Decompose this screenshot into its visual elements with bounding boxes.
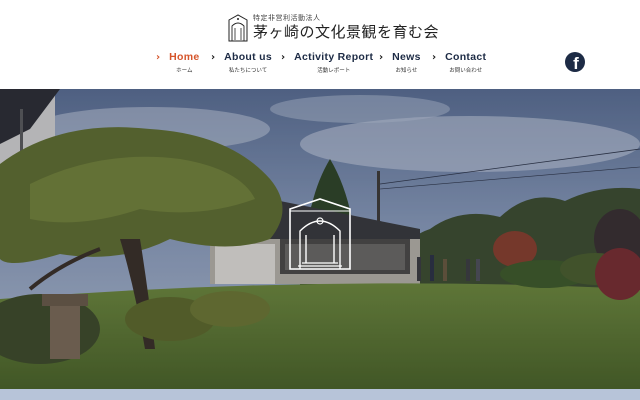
- nav-label-jp: 活動レポート: [317, 68, 351, 74]
- hero-image: [0, 89, 640, 389]
- nav-item-home[interactable]: › Home ホーム: [156, 51, 200, 76]
- chevron-right-icon: ›: [156, 52, 161, 63]
- chevron-right-icon: ›: [432, 52, 437, 63]
- house-logo-icon: [228, 14, 248, 42]
- nav-label-jp: お問い合わせ: [449, 68, 483, 74]
- facebook-link[interactable]: f: [565, 52, 585, 72]
- nav-label-jp: お知らせ: [395, 68, 418, 74]
- nav-label-en: News: [392, 51, 421, 63]
- house-emblem-icon: [289, 198, 351, 270]
- org-type-label: 特定非営利活動法人: [253, 14, 321, 22]
- chevron-right-icon: ›: [281, 52, 286, 63]
- facebook-icon: f: [573, 54, 579, 72]
- nav-item-activity-report[interactable]: › Activity Report 活動レポート: [281, 51, 373, 76]
- nav-label-en: About us: [224, 51, 273, 63]
- site-logo[interactable]: 特定非営利活動法人 茅ヶ崎の文化景観を育む会: [227, 14, 439, 42]
- nav-label-en: Activity Report: [294, 51, 374, 63]
- chevron-right-icon: ›: [379, 52, 384, 63]
- nav-item-about[interactable]: › About us 私たちについて: [211, 51, 272, 76]
- nav-item-news[interactable]: › News お知らせ: [379, 51, 421, 76]
- nav-label-en: Contact: [445, 51, 487, 63]
- nav-label-jp: ホーム: [176, 68, 193, 74]
- site-name: 茅ヶ崎の文化景観を育む会: [253, 23, 440, 41]
- nav-label-en: Home: [169, 51, 200, 63]
- nav-item-contact[interactable]: › Contact お問い合わせ: [432, 51, 486, 76]
- chevron-right-icon: ›: [211, 52, 216, 63]
- site-header: 特定非営利活動法人 茅ヶ崎の文化景観を育む会 › Home ホーム › Abou…: [0, 0, 640, 89]
- nav-label-jp: 私たちについて: [228, 68, 268, 74]
- section-divider-band: [0, 389, 640, 400]
